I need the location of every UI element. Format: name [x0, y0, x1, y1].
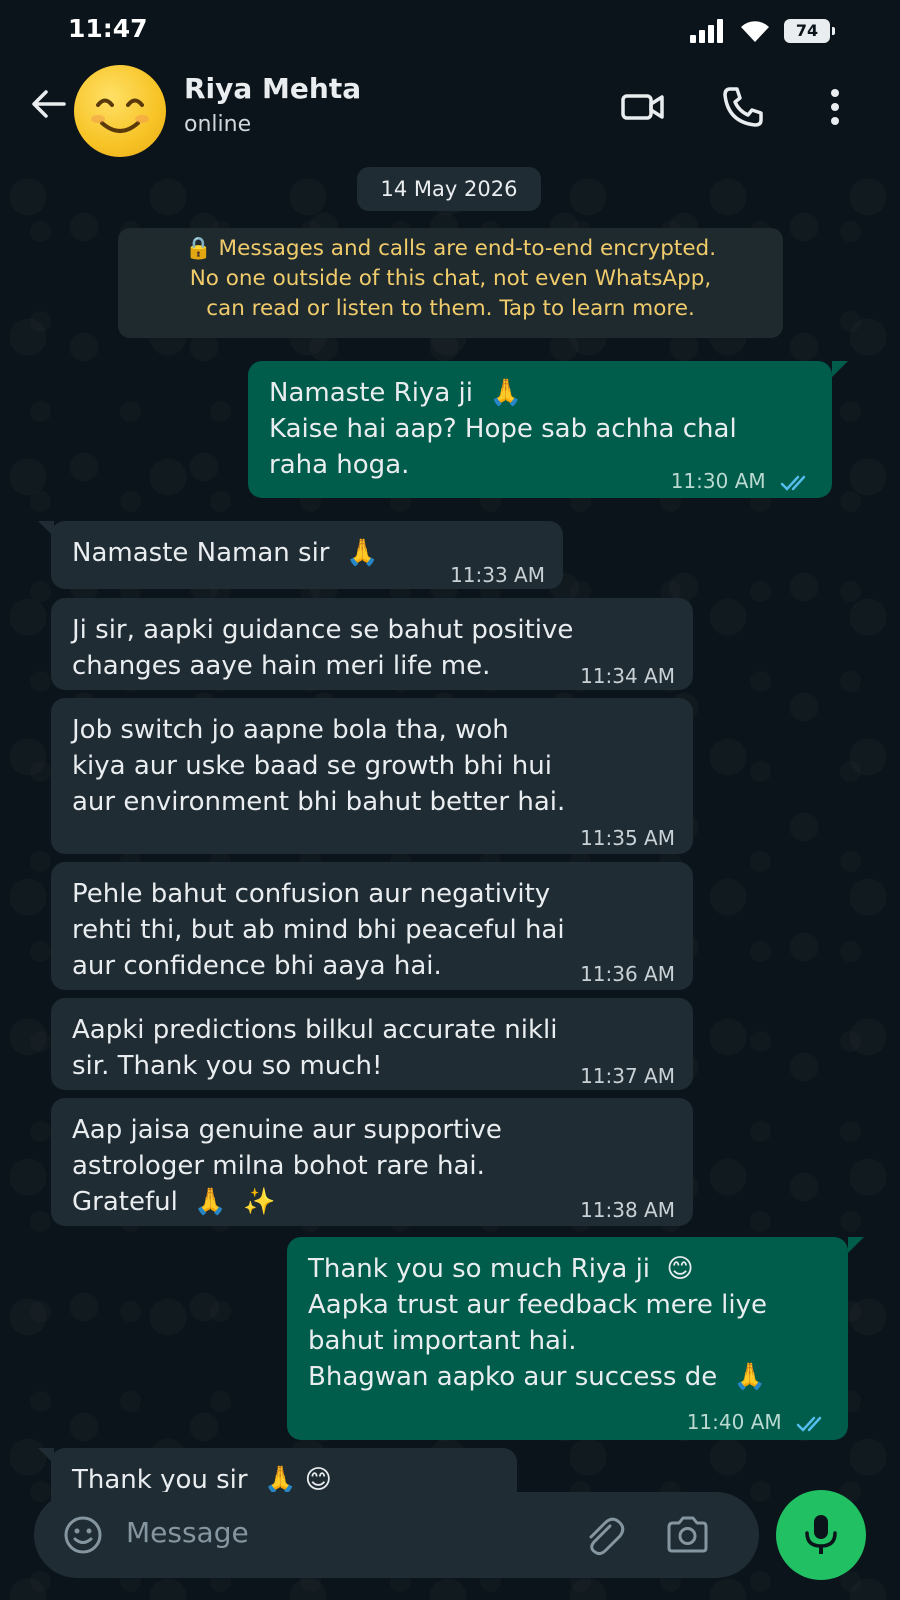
message-time: 11:35 AM [580, 826, 675, 850]
message-time: 11:38 AM [580, 1198, 675, 1222]
status-time: 11:47 [68, 14, 148, 43]
message-time: 11:33 AM [450, 563, 545, 587]
message-bubble-incoming[interactable]: Ji sir, aapki guidance se bahut positive… [51, 598, 693, 690]
read-ticks-icon [796, 1416, 822, 1432]
message-bubble-incoming[interactable]: Aap jaisa genuine aur supportive astrolo… [51, 1098, 693, 1226]
message-text: Pehle bahut confusion aur negativity reh… [72, 879, 565, 981]
attach-icon[interactable] [580, 1512, 626, 1558]
emoji-icon[interactable] [62, 1514, 104, 1556]
message-bubble-incoming[interactable]: Namaste Naman sir 🙏 11:33 AM [51, 521, 563, 589]
message-text: Job switch jo aapne bola tha, woh kiya a… [72, 715, 566, 817]
smiling-face-icon [91, 98, 149, 133]
message-text: Aapki predictions bilkul accurate nikli … [72, 1015, 558, 1081]
date-chip: 14 May 2026 [357, 167, 541, 211]
signal-icon [690, 19, 723, 43]
bubble-tail [848, 1237, 864, 1253]
message-time: 11:40 AM [686, 1410, 782, 1434]
encryption-line: 🔒 Messages and calls are end-to-end encr… [184, 236, 717, 261]
contact-status: online [184, 112, 252, 137]
message-bubble-incoming[interactable]: Job switch jo aapne bola tha, woh kiya a… [51, 698, 693, 854]
video-call-icon[interactable] [620, 84, 666, 130]
message-time: 11:34 AM [580, 664, 675, 688]
message-text: Aap jaisa genuine aur supportive astrolo… [72, 1115, 502, 1217]
status-bar: 11:47 74 [0, 0, 900, 62]
message-text: Namaste Riya ji 🙏 Kaise hai aap? Hope sa… [269, 378, 737, 480]
message-meta: 11:40 AM [687, 1404, 830, 1440]
contact-avatar[interactable] [74, 65, 166, 157]
phone-icon[interactable] [720, 84, 766, 130]
message-time: 11:36 AM [580, 962, 675, 986]
battery-icon: 74 [784, 19, 835, 43]
camera-icon[interactable] [664, 1512, 710, 1558]
wifi-icon [741, 21, 769, 42]
message-composer[interactable]: Message [34, 1492, 759, 1578]
message-text: Thank you so much Riya ji 😊 Aapka trust … [308, 1254, 767, 1392]
encryption-line: can read or listen to them. Tap to learn… [206, 296, 695, 321]
message-text: Ji sir, aapki guidance se bahut positive… [72, 615, 574, 681]
more-vert-icon[interactable] [812, 84, 858, 130]
message-input[interactable]: Message [126, 1516, 249, 1549]
mic-icon [805, 1515, 837, 1554]
back-arrow-icon[interactable] [28, 84, 68, 124]
contact-name[interactable]: Riya Mehta [184, 72, 361, 105]
encryption-notice[interactable]: 🔒 Messages and calls are end-to-end encr… [118, 228, 783, 338]
chat-header: Riya Mehta online [0, 62, 900, 157]
message-time: 11:30 AM [670, 469, 766, 493]
message-bubble-outgoing[interactable]: Namaste Riya ji 🙏 Kaise hai aap? Hope sa… [248, 361, 832, 498]
mic-button[interactable] [776, 1490, 866, 1580]
bubble-tail [832, 361, 848, 377]
message-bubble-incoming[interactable]: Aapki predictions bilkul accurate nikli … [51, 998, 693, 1090]
message-bubble-incoming[interactable]: Pehle bahut confusion aur negativity reh… [51, 862, 693, 990]
read-ticks-icon [780, 475, 806, 491]
encryption-line: No one outside of this chat, not even Wh… [189, 266, 712, 291]
message-text: Namaste Naman sir 🙏 [72, 538, 379, 568]
status-icons: 74 [690, 16, 835, 46]
message-meta: 11:30 AM [671, 463, 814, 499]
message-bubble-outgoing[interactable]: Thank you so much Riya ji 😊 Aapka trust … [287, 1237, 848, 1440]
message-time: 11:37 AM [580, 1064, 675, 1088]
